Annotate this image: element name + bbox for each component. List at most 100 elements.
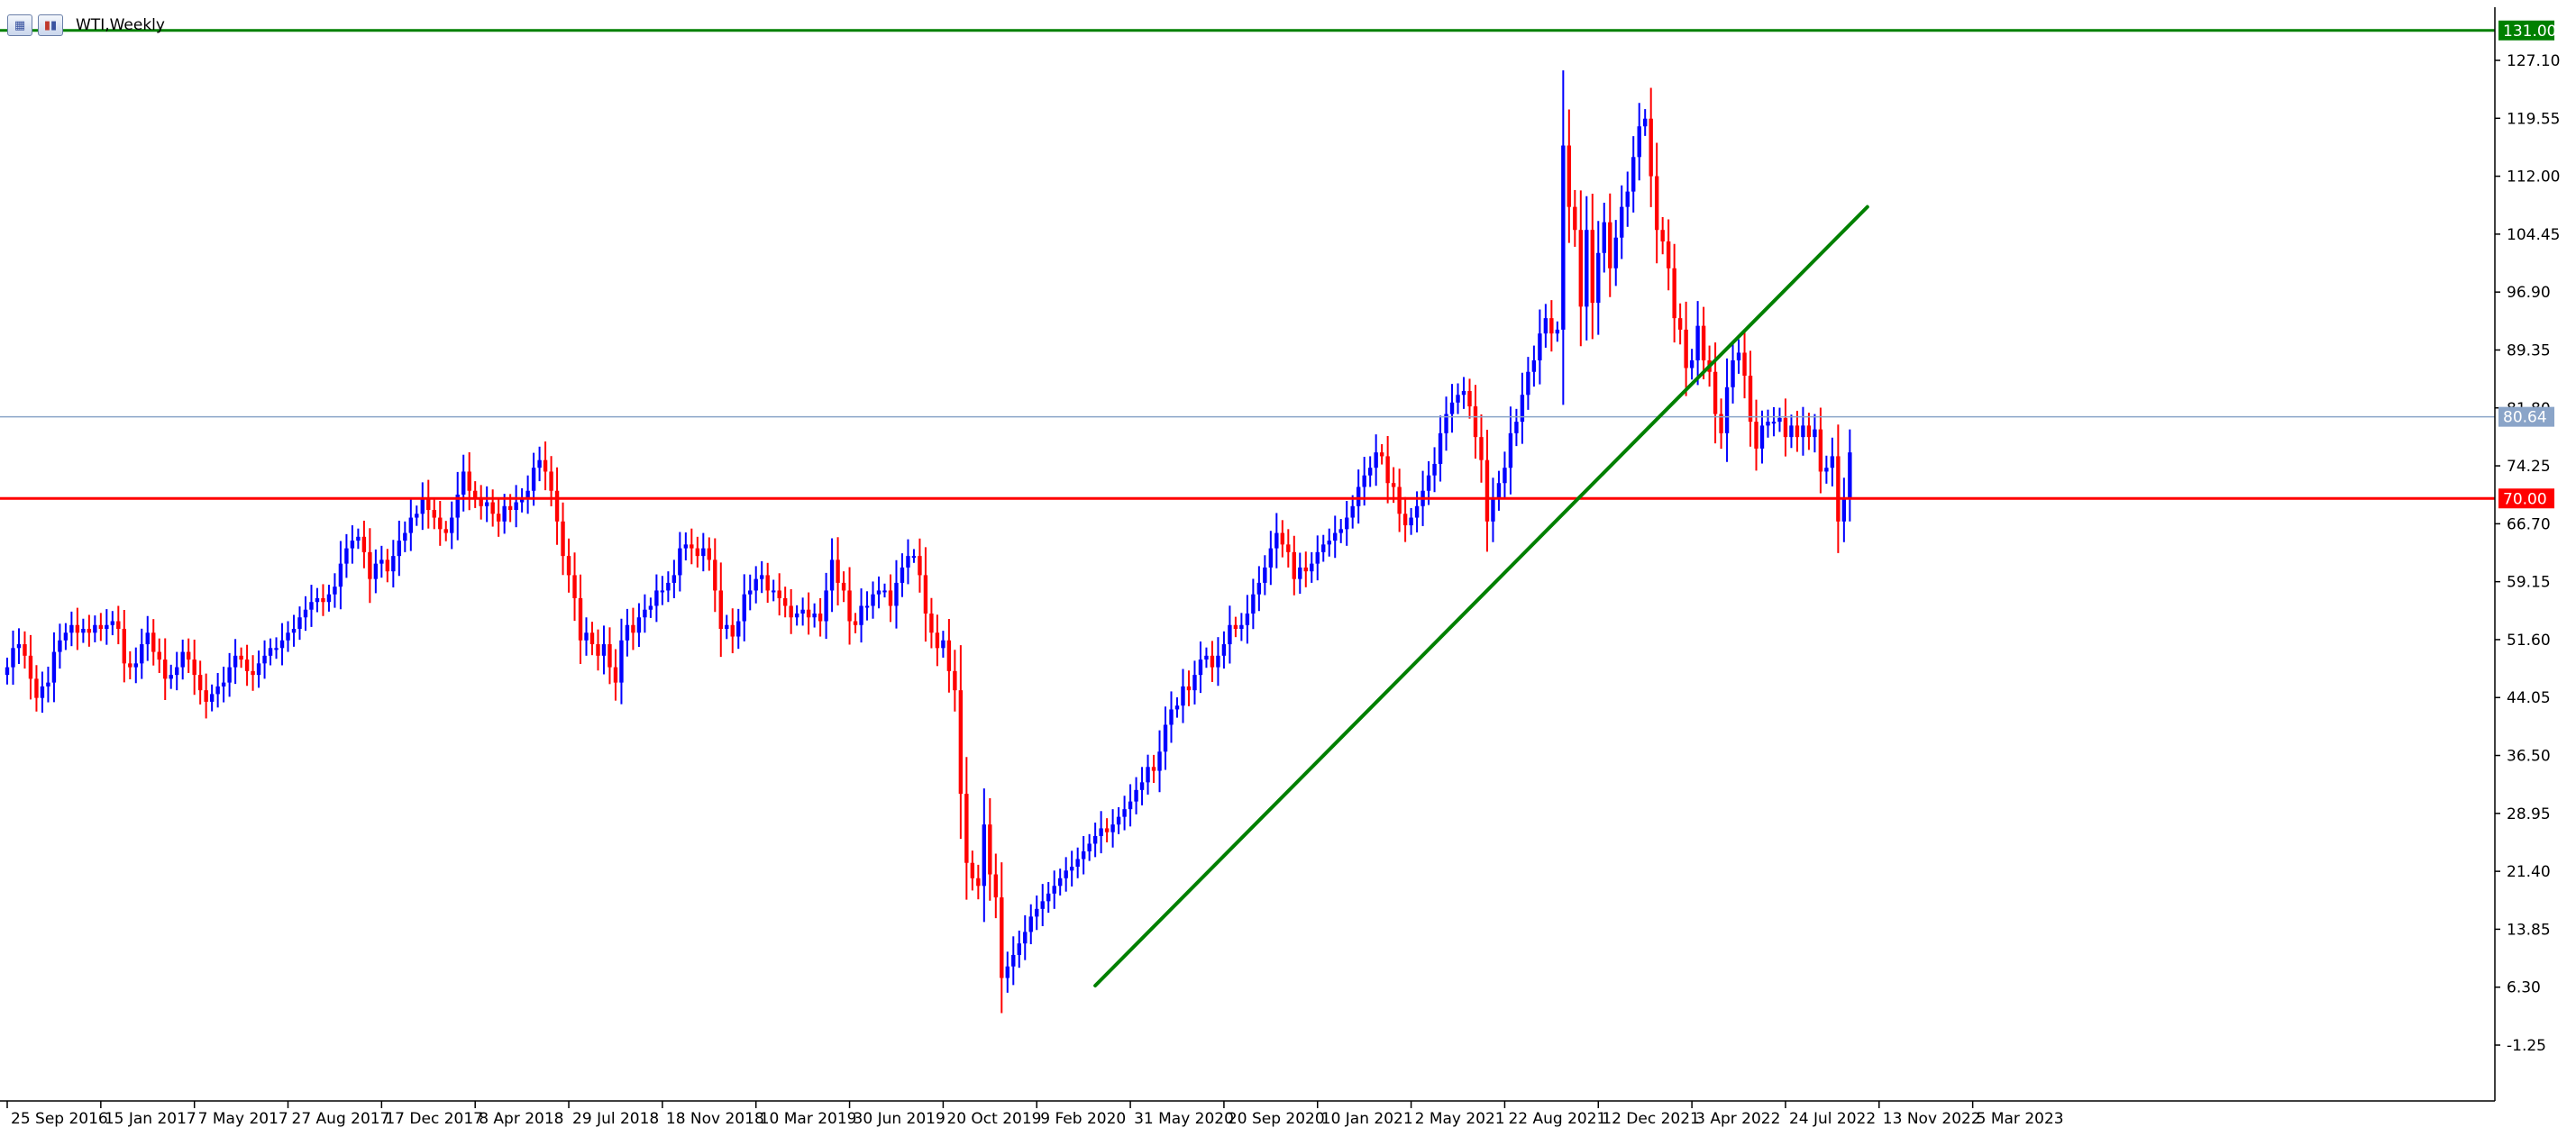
candle-body — [537, 459, 542, 468]
candle-body — [829, 559, 835, 591]
candle-body — [1508, 432, 1513, 468]
candle-body — [251, 670, 255, 676]
candle-body — [239, 655, 243, 660]
candle-body — [221, 682, 226, 687]
price-tick-label: 89.35 — [2507, 341, 2551, 359]
chart-title: WTI,Weekly — [76, 16, 165, 34]
candle-body — [1298, 567, 1302, 579]
candle-body — [432, 510, 436, 518]
candle-body — [1573, 206, 1577, 231]
price-tick-label: 44.05 — [2507, 689, 2551, 707]
candle-body — [163, 659, 168, 679]
chart-window-icon[interactable]: ▦ — [7, 14, 32, 36]
candle-body — [1625, 191, 1630, 207]
candle-body — [1391, 483, 1396, 487]
price-tick-label: 127.10 — [2507, 52, 2560, 70]
candle-body — [98, 624, 104, 630]
candle-body — [1689, 359, 1694, 368]
candle-body — [1046, 893, 1051, 902]
bar-chart-icon[interactable]: ▮ ▮ — [38, 14, 63, 36]
candle-body — [1520, 395, 1525, 423]
candle-body — [46, 682, 50, 687]
time-tick-label: 22 Aug 2021 — [1508, 1110, 1606, 1128]
candle-body — [1731, 359, 1735, 387]
candle-body — [274, 648, 279, 650]
price-tick-label: -1.25 — [2507, 1037, 2546, 1055]
candle-body — [871, 594, 875, 606]
chart-window: ▦ ▮ ▮ WTI,Weekly 127.10 119.55 112.00 104.45… — [0, 0, 2576, 1146]
candle-body — [1526, 371, 1530, 396]
price-tick-label: 13.85 — [2507, 921, 2551, 939]
candle-body — [660, 590, 665, 593]
candle-body — [1134, 789, 1138, 802]
candle-body — [900, 567, 905, 583]
chart-title-bar: ▦ ▮ ▮ WTI,Weekly — [7, 13, 165, 38]
candle-body — [1491, 498, 1495, 522]
time-tick-label: 29 Jul 2018 — [572, 1110, 659, 1128]
candle-body — [1456, 395, 1460, 403]
candle-body — [707, 548, 711, 560]
candle-body — [1035, 908, 1039, 917]
candle-body — [1146, 767, 1150, 783]
candle-body — [1543, 318, 1548, 334]
candle-body — [1813, 429, 1817, 438]
candle-body — [1169, 709, 1174, 725]
candle-body — [140, 644, 144, 664]
candle-body — [631, 624, 635, 633]
chart-background — [0, 0, 2576, 1146]
candle-body — [1204, 655, 1209, 660]
candle-body — [1695, 325, 1700, 360]
candle-body — [1555, 329, 1560, 334]
candle-body — [415, 514, 419, 518]
price-chart[interactable]: 127.10119.55112.00104.4596.9089.3581.807… — [0, 0, 2576, 1146]
candle-body — [286, 632, 290, 641]
candle-body — [853, 621, 858, 625]
candle-body — [906, 556, 910, 568]
candle-body — [1374, 452, 1378, 468]
candle-body — [1052, 886, 1056, 894]
candle-body — [1561, 145, 1566, 330]
candle-body — [1069, 867, 1074, 871]
candle-body — [1438, 432, 1443, 464]
candle-body — [1128, 801, 1133, 810]
candle-body — [1122, 809, 1127, 817]
candle-body — [309, 602, 314, 610]
candle-body — [145, 632, 150, 645]
candle-body — [1338, 529, 1343, 533]
candle-body — [1263, 567, 1267, 583]
candle-body — [1585, 230, 1589, 307]
candle-body — [34, 678, 39, 698]
candle-body — [911, 556, 917, 559]
candle-body — [561, 521, 565, 557]
candle-body — [754, 578, 758, 591]
candle-body — [1379, 452, 1384, 457]
candle-body — [643, 609, 647, 618]
candle-body — [1321, 544, 1326, 552]
candle-body — [1713, 371, 1718, 414]
candle-body — [1040, 901, 1045, 909]
candle-body — [1104, 828, 1110, 832]
candle-body — [1221, 644, 1227, 656]
candle-body — [1677, 318, 1683, 330]
candle-body — [169, 675, 173, 679]
candle-body — [403, 532, 407, 541]
candle-body — [467, 471, 471, 491]
time-tick-label: 3 Apr 2022 — [1695, 1110, 1780, 1128]
candle-body — [1789, 425, 1794, 438]
candle-body — [110, 621, 115, 625]
candle-body — [391, 556, 396, 572]
candle-body — [964, 794, 969, 863]
candle-body — [361, 536, 367, 552]
candle-body — [1023, 932, 1028, 944]
candle-body — [490, 502, 495, 514]
candle-body — [338, 563, 343, 587]
candle-body — [1362, 475, 1366, 487]
candle-body — [1479, 437, 1484, 460]
candle-body — [1818, 429, 1823, 472]
candle-body — [1684, 329, 1688, 368]
candle-body — [151, 632, 156, 652]
candle-body — [876, 590, 882, 595]
candle-body — [1660, 230, 1665, 241]
time-tick-label: 8 Apr 2018 — [479, 1110, 563, 1128]
time-tick-label: 18 Nov 2018 — [666, 1110, 764, 1128]
